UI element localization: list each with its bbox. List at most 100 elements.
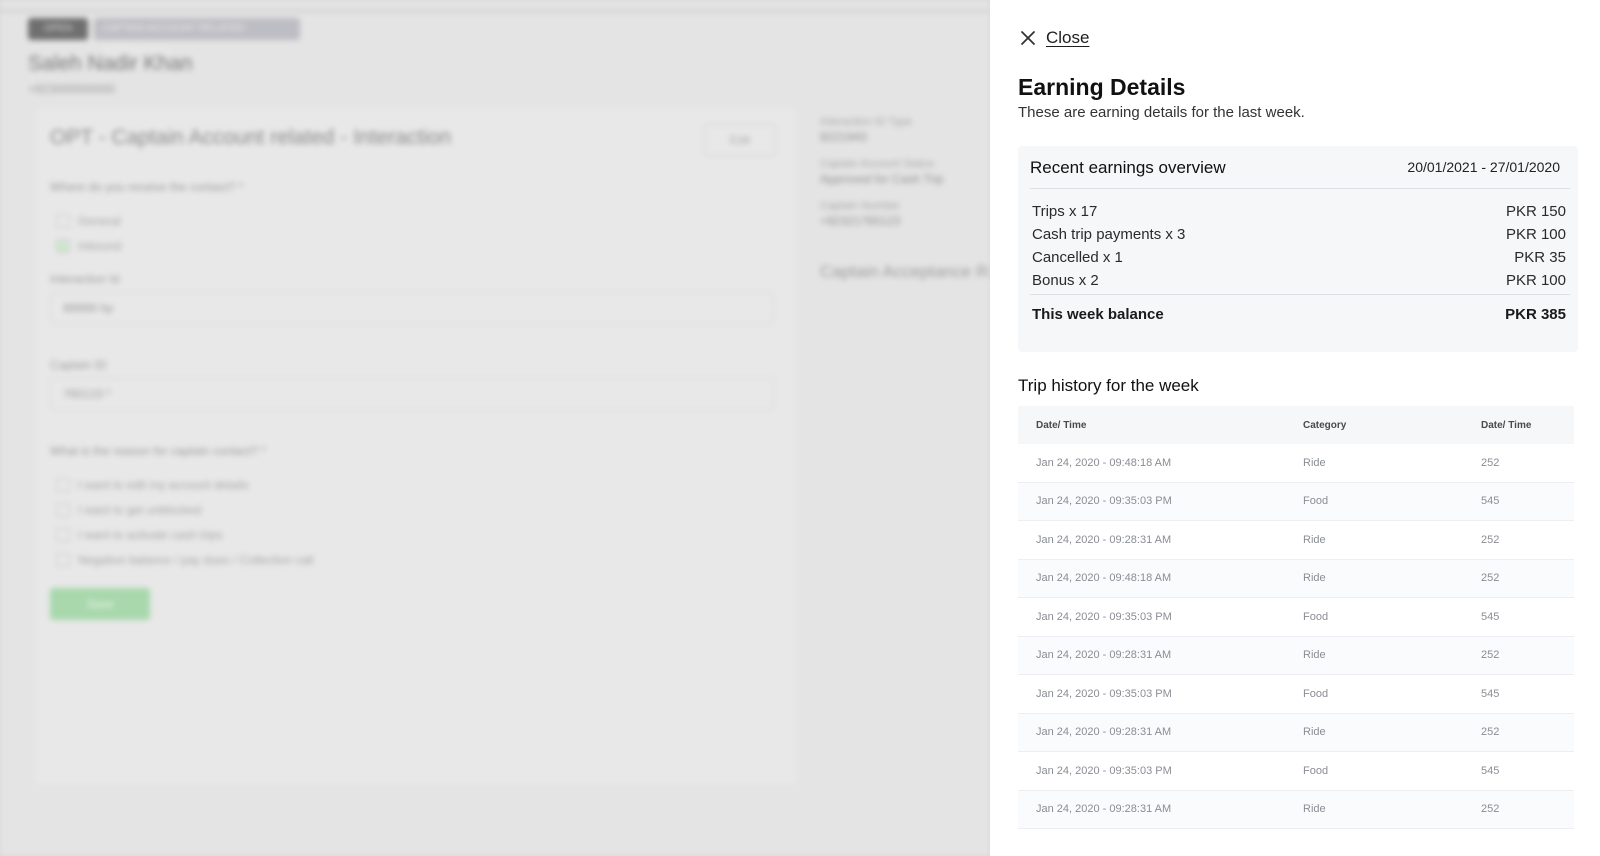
balance-label: This week balance bbox=[1032, 306, 1164, 323]
reason-label: I want to get unblocked bbox=[78, 503, 202, 517]
cell-datetime: Jan 24, 2020 - 09:35:03 PM bbox=[1036, 610, 1172, 623]
info-label: Interaction ID Type bbox=[820, 116, 913, 128]
table-header: Date/ Time Category Date/ Time bbox=[1018, 406, 1574, 444]
section-title: Captain Acceptance Rate bbox=[820, 262, 990, 281]
cell-datetime: Jan 24, 2020 - 09:28:31 AM bbox=[1036, 803, 1172, 816]
reason-checkbox[interactable] bbox=[56, 503, 70, 517]
info-label: Captain Account Status bbox=[820, 158, 935, 170]
table-row[interactable]: Jan 24, 2020 - 09:28:31 AM Ride 252 bbox=[1018, 790, 1574, 829]
inbound-checkbox[interactable] bbox=[56, 239, 70, 253]
divider bbox=[1030, 188, 1570, 189]
earning-label: Cancelled x 1 bbox=[1032, 249, 1123, 266]
trip-history-table: Date/ Time Category Date/ Time Jan 24, 2… bbox=[1018, 406, 1574, 829]
earning-amount: PKR 100 bbox=[1505, 226, 1566, 243]
column-header-datetime[interactable]: Date/ Time bbox=[1018, 420, 1303, 431]
cell-value: 545 bbox=[1481, 495, 1500, 508]
reason-checkbox[interactable] bbox=[56, 553, 70, 567]
captain-id-input[interactable]: 765123 * bbox=[50, 378, 774, 410]
table-row[interactable]: Jan 24, 2020 - 09:35:03 PM Food 545 bbox=[1018, 752, 1574, 791]
earning-amount: PKR 150 bbox=[1505, 203, 1566, 220]
earning-item: Bonus x 2 PKR 100 bbox=[1032, 269, 1566, 292]
contact-question: Where do you receive the contact? * bbox=[50, 180, 244, 194]
cell-datetime: Jan 24, 2020 - 09:35:03 PM bbox=[1036, 764, 1172, 777]
divider bbox=[1030, 294, 1570, 295]
table-row[interactable]: Jan 24, 2020 - 09:28:31 AM Ride 252 bbox=[1018, 521, 1574, 560]
earning-item: Cash trip payments x 3 PKR 100 bbox=[1032, 223, 1566, 246]
person-name: Saleh Nadir Khan bbox=[28, 52, 193, 75]
cell-value: 545 bbox=[1481, 610, 1500, 623]
status-badge: OPEN bbox=[28, 18, 88, 40]
cell-category: Food bbox=[1303, 495, 1329, 508]
earning-label: Cash trip payments x 3 bbox=[1032, 226, 1186, 243]
cell-datetime: Jan 24, 2020 - 09:28:31 AM bbox=[1036, 649, 1172, 662]
close-button[interactable]: Close bbox=[1018, 28, 1089, 48]
column-header-datetime-2[interactable]: Date/ Time bbox=[1473, 420, 1574, 431]
form-title: OPT - Captain Account related - Interact… bbox=[50, 126, 452, 149]
page-subtitle: These are earning details for the last w… bbox=[1018, 104, 1305, 121]
cell-category: Food bbox=[1303, 764, 1329, 777]
overview-heading: Recent earnings overview bbox=[1030, 158, 1226, 177]
reason-label: I want to activate cash trips bbox=[78, 528, 223, 542]
table-row[interactable]: Jan 24, 2020 - 09:35:03 PM Food 545 bbox=[1018, 482, 1574, 521]
cell-value: 545 bbox=[1481, 687, 1500, 700]
cell-value: 252 bbox=[1481, 572, 1500, 585]
trip-history-title: Trip history for the week bbox=[1018, 376, 1199, 395]
earning-details-drawer: Close Earning Details These are earning … bbox=[990, 0, 1600, 856]
info-value: +92321765123 bbox=[820, 214, 901, 228]
table-row[interactable]: Jan 24, 2020 - 09:28:31 AM Ride 252 bbox=[1018, 636, 1574, 675]
cell-value: 252 bbox=[1481, 533, 1500, 546]
week-balance-row: This week balance PKR 385 bbox=[1032, 306, 1566, 323]
reason-label: Negative balance / pay dues / Collection… bbox=[78, 553, 314, 567]
earning-amount: PKR 100 bbox=[1505, 272, 1566, 289]
cell-datetime: Jan 24, 2020 - 09:35:03 PM bbox=[1036, 495, 1172, 508]
table-row[interactable]: Jan 24, 2020 - 09:48:18 AM Ride 252 bbox=[1018, 559, 1574, 598]
cell-category: Ride bbox=[1303, 533, 1326, 546]
cell-value: 545 bbox=[1481, 764, 1500, 777]
reason-checkbox[interactable] bbox=[56, 528, 70, 542]
cell-category: Ride bbox=[1303, 456, 1326, 469]
earning-item: Cancelled x 1 PKR 35 bbox=[1032, 246, 1566, 269]
person-phone: +923000000000 bbox=[28, 82, 116, 96]
reason-checkbox[interactable] bbox=[56, 478, 70, 492]
cell-value: 252 bbox=[1481, 726, 1500, 739]
cell-datetime: Jan 24, 2020 - 09:35:03 PM bbox=[1036, 687, 1172, 700]
general-checkbox[interactable] bbox=[56, 214, 70, 228]
table-row[interactable]: Jan 24, 2020 - 09:28:31 AM Ride 252 bbox=[1018, 713, 1574, 752]
earning-item: Trips x 17 PKR 150 bbox=[1032, 200, 1566, 223]
cell-datetime: Jan 24, 2020 - 09:48:18 AM bbox=[1036, 456, 1172, 469]
category-badge: CAPTAIN ACCOUNT RELATED · INTERACTION bbox=[94, 18, 300, 56]
cell-value: 252 bbox=[1481, 803, 1500, 816]
close-icon[interactable] bbox=[1018, 28, 1038, 48]
page-title: Earning Details bbox=[1018, 74, 1186, 100]
table-row[interactable]: Jan 24, 2020 - 09:35:03 PM Food 545 bbox=[1018, 675, 1574, 714]
date-range: 20/01/2021 - 27/01/2020 bbox=[1407, 159, 1560, 175]
cell-value: 252 bbox=[1481, 649, 1500, 662]
top-divider bbox=[0, 10, 990, 12]
info-value: Approved for Cash Trip bbox=[820, 172, 944, 186]
info-value: 8221943 bbox=[820, 130, 867, 144]
captain-id-label: Captain ID bbox=[50, 358, 107, 372]
table-body: Jan 24, 2020 - 09:48:18 AM Ride 252 Jan … bbox=[1018, 444, 1574, 829]
balance-amount: PKR 385 bbox=[1505, 306, 1566, 323]
interaction-id-input[interactable]: 88888 hp bbox=[50, 292, 774, 324]
save-button[interactable]: Save bbox=[50, 588, 150, 620]
earning-label: Trips x 17 bbox=[1032, 203, 1098, 220]
earning-amount: PKR 35 bbox=[1514, 249, 1566, 266]
cell-category: Food bbox=[1303, 610, 1329, 623]
earnings-list: Trips x 17 PKR 150 Cash trip payments x … bbox=[1032, 200, 1566, 292]
cell-datetime: Jan 24, 2020 - 09:48:18 AM bbox=[1036, 572, 1172, 585]
background-page: OPEN CAPTAIN ACCOUNT RELATED · INTERACTI… bbox=[0, 0, 990, 856]
cell-datetime: Jan 24, 2020 - 09:28:31 AM bbox=[1036, 533, 1172, 546]
edit-button[interactable]: Edit bbox=[704, 124, 776, 156]
column-header-category[interactable]: Category bbox=[1303, 420, 1473, 431]
table-row[interactable]: Jan 24, 2020 - 09:48:18 AM Ride 252 bbox=[1018, 444, 1574, 483]
cell-category: Food bbox=[1303, 687, 1329, 700]
inbound-label: Inbound bbox=[78, 239, 122, 253]
table-row[interactable]: Jan 24, 2020 - 09:35:03 PM Food 545 bbox=[1018, 598, 1574, 637]
cell-value: 252 bbox=[1481, 456, 1500, 469]
general-label: General bbox=[78, 214, 121, 228]
cell-category: Ride bbox=[1303, 803, 1326, 816]
reason-label: I want to edit my account details bbox=[78, 478, 249, 492]
close-link[interactable]: Close bbox=[1046, 28, 1089, 48]
earning-label: Bonus x 2 bbox=[1032, 272, 1099, 289]
